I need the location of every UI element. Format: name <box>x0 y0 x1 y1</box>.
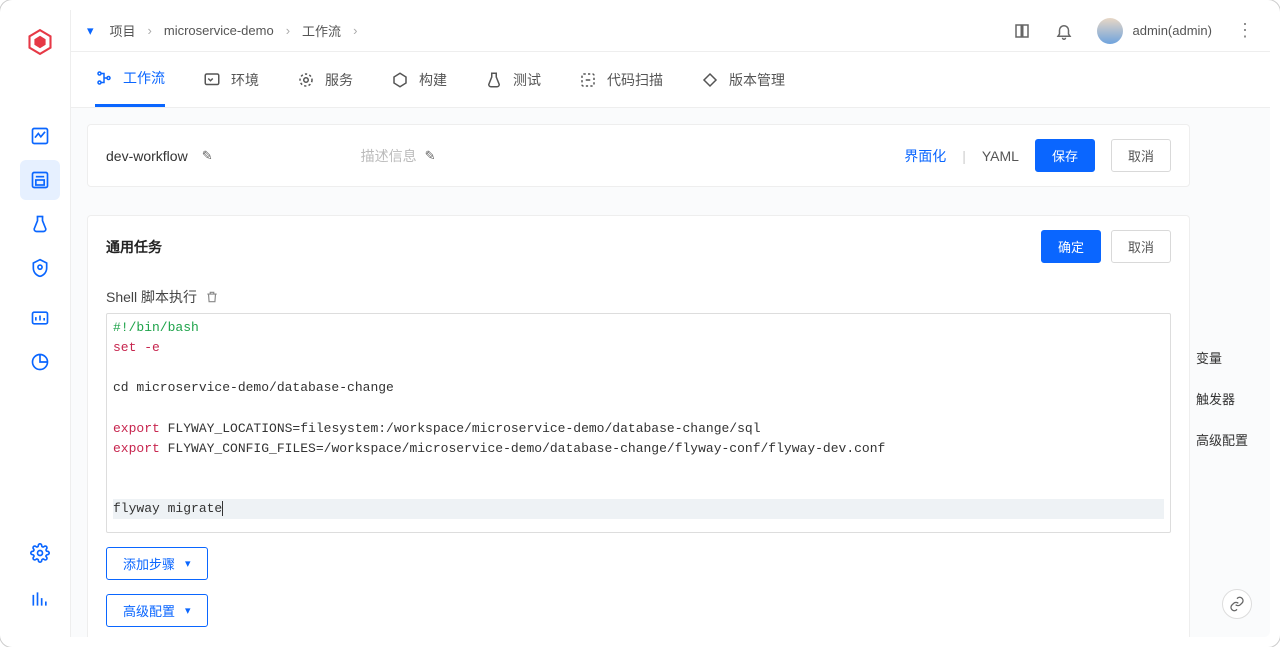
docs-icon[interactable] <box>1013 22 1031 40</box>
workflow-desc-placeholder: 描述信息 <box>361 146 417 166</box>
delete-step-icon[interactable] <box>205 290 219 304</box>
tab-workflow[interactable]: 工作流 <box>95 52 165 107</box>
crumb-workflow[interactable]: 工作流 <box>302 21 341 40</box>
right-anchor-nav: 变量 触发器 高级配置 <box>1190 108 1270 637</box>
chevron-down-icon: ▾ <box>185 557 191 570</box>
workflow-name: dev-workflow <box>106 148 188 164</box>
env-icon <box>203 71 221 89</box>
project-switcher[interactable]: ▾ <box>87 23 94 39</box>
more-menu-icon[interactable]: ⋮ <box>1236 20 1254 41</box>
sidebar-item-project[interactable] <box>20 160 60 200</box>
sidebar-item-delivery[interactable] <box>20 248 60 288</box>
canvas-hint-strip <box>87 201 1190 215</box>
task-card: 通用任务 确定 取消 Shell 脚本执行 #!/bin/bash set -e… <box>87 215 1190 637</box>
tab-env[interactable]: 环境 <box>203 52 259 107</box>
test-icon <box>485 71 503 89</box>
sidebar-item-test[interactable] <box>20 204 60 244</box>
nav-tabs: 工作流 环境 服务 构建 测试 代码扫描 <box>71 52 1270 108</box>
edit-desc-icon[interactable]: ✎ <box>425 148 436 164</box>
share-link-button[interactable] <box>1222 589 1252 619</box>
avatar <box>1097 18 1123 44</box>
task-confirm-button[interactable]: 确定 <box>1041 230 1101 263</box>
shell-editor[interactable]: #!/bin/bash set -e cd microservice-demo/… <box>106 313 1171 533</box>
build-icon <box>391 71 409 89</box>
cancel-button[interactable]: 取消 <box>1111 139 1171 172</box>
sidebar <box>10 10 70 637</box>
tab-version[interactable]: 版本管理 <box>701 52 785 107</box>
add-step-button[interactable]: 添加步骤▾ <box>106 547 208 580</box>
sidebar-item-perf[interactable] <box>20 579 60 619</box>
bell-icon[interactable] <box>1055 22 1073 40</box>
user-menu[interactable]: admin(admin) <box>1097 18 1212 44</box>
save-button[interactable]: 保存 <box>1035 139 1095 172</box>
mode-ui-toggle[interactable]: 界面化 <box>904 146 946 166</box>
tab-build[interactable]: 构建 <box>391 52 447 107</box>
workflow-icon <box>95 69 113 87</box>
version-icon <box>701 71 719 89</box>
task-title: 通用任务 <box>106 237 162 257</box>
crumb-project-label[interactable]: 项目 <box>110 21 136 40</box>
edit-name-icon[interactable]: ✎ <box>202 148 213 164</box>
sidebar-item-data[interactable] <box>20 298 60 338</box>
anchor-adv[interactable]: 高级配置 <box>1190 430 1270 449</box>
user-display: admin(admin) <box>1133 23 1212 38</box>
tab-codescan[interactable]: 代码扫描 <box>579 52 663 107</box>
crumb-project-name[interactable]: microservice-demo <box>164 23 274 38</box>
tab-service[interactable]: 服务 <box>297 52 353 107</box>
service-icon <box>297 71 315 89</box>
app-logo <box>26 28 54 56</box>
topbar: ▾ 项目 › microservice-demo › 工作流 › admin(a… <box>71 10 1270 52</box>
tab-test[interactable]: 测试 <box>485 52 541 107</box>
sidebar-item-settings[interactable] <box>20 533 60 573</box>
anchor-vars[interactable]: 变量 <box>1190 348 1270 367</box>
shell-step-label: Shell 脚本执行 <box>106 287 197 307</box>
chevron-down-icon: ▾ <box>185 604 191 617</box>
workflow-header-card: dev-workflow ✎ 描述信息 ✎ 界面化 | YAML 保存 取消 <box>87 124 1190 187</box>
advanced-config-button[interactable]: 高级配置▾ <box>106 594 208 627</box>
codescan-icon <box>579 71 597 89</box>
anchor-triggers[interactable]: 触发器 <box>1190 389 1270 408</box>
mode-yaml-toggle[interactable]: YAML <box>982 148 1019 164</box>
task-cancel-button[interactable]: 取消 <box>1111 230 1171 263</box>
sidebar-item-stats[interactable] <box>20 342 60 382</box>
main-column: ▾ 项目 › microservice-demo › 工作流 › admin(a… <box>70 10 1270 637</box>
sidebar-item-monitor[interactable] <box>20 116 60 156</box>
